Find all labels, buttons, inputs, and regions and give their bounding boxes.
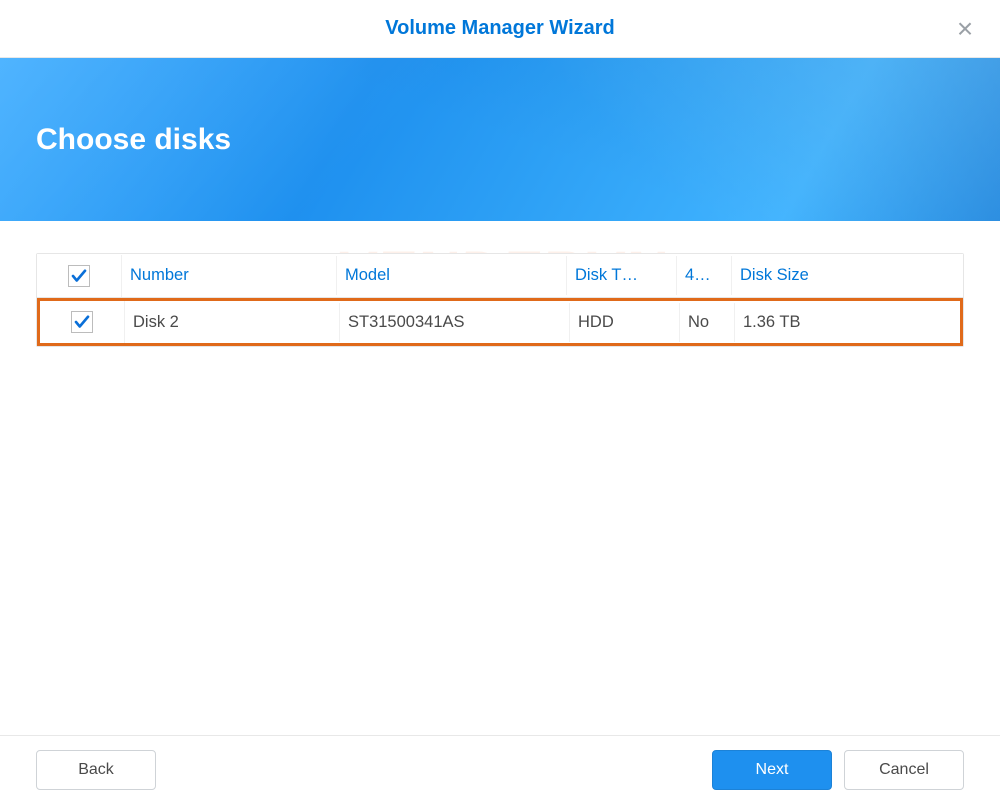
content-area: VENDERVN Number Model Disk T… 4… Disk Si… [0, 221, 1000, 735]
header-number[interactable]: Number [122, 256, 337, 295]
checkmark-icon [73, 313, 91, 331]
close-icon: × [957, 13, 973, 45]
footer: Back Next Cancel [0, 735, 1000, 808]
banner: Choose disks [0, 58, 1000, 221]
close-button[interactable]: × [948, 12, 982, 46]
header-disk-type[interactable]: Disk T… [567, 256, 677, 295]
cell-number: Disk 2 [125, 303, 340, 342]
row-checkbox[interactable] [71, 311, 93, 333]
window-title: Volume Manager Wizard [0, 17, 1000, 40]
back-button[interactable]: Back [36, 750, 156, 790]
cancel-button[interactable]: Cancel [844, 750, 964, 790]
table-row[interactable]: Disk 2 ST31500341AS HDD No 1.36 TB [37, 298, 963, 346]
disk-table: Number Model Disk T… 4… Disk Size Disk 2… [36, 253, 964, 347]
header-4k[interactable]: 4… [677, 256, 732, 295]
cell-model: ST31500341AS [340, 303, 570, 342]
header-disk-size[interactable]: Disk Size [732, 256, 963, 295]
wizard-window: Volume Manager Wizard × Choose disks VEN… [0, 0, 1000, 808]
next-button[interactable]: Next [712, 750, 832, 790]
cell-4k: No [680, 303, 735, 342]
row-checkbox-cell [40, 301, 125, 343]
header-checkbox-cell [37, 255, 122, 297]
table-header-row: Number Model Disk T… 4… Disk Size [37, 254, 963, 298]
checkmark-icon [70, 267, 88, 285]
select-all-checkbox[interactable] [68, 265, 90, 287]
cell-disk-type: HDD [570, 303, 680, 342]
header-model[interactable]: Model [337, 256, 567, 295]
cell-disk-size: 1.36 TB [735, 303, 960, 342]
titlebar: Volume Manager Wizard × [0, 0, 1000, 58]
banner-title: Choose disks [36, 123, 231, 157]
